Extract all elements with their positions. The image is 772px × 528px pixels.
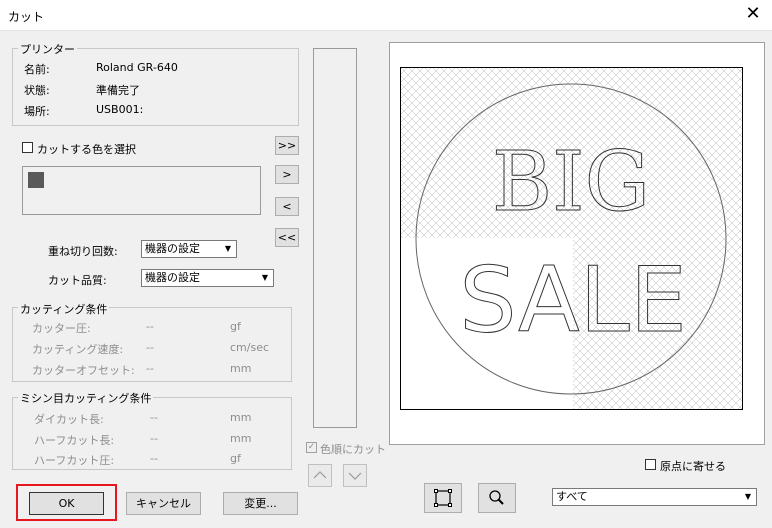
magnifier-icon — [489, 490, 504, 505]
origin-checkbox[interactable] — [645, 459, 656, 470]
color-order-label: 色順にカット — [320, 443, 386, 456]
die-cut-length-label: ダイカット長: — [34, 413, 104, 426]
half-cut-length-label: ハーフカット長: — [34, 434, 115, 447]
cutter-offset-unit: mm — [230, 362, 252, 375]
close-icon[interactable]: ✕ — [742, 4, 764, 24]
printer-group — [12, 48, 299, 126]
chevron-down-icon — [348, 472, 362, 480]
half-cut-length-value: -- — [150, 432, 158, 445]
printer-legend: プリンター — [18, 41, 77, 57]
passes-select[interactable]: 機器の設定 ▼ — [141, 240, 237, 258]
printer-status-value: 準備完了 — [96, 84, 140, 97]
cutter-pressure-value: -- — [146, 320, 154, 333]
quality-label: カット品質: — [48, 274, 107, 287]
color-swatch[interactable] — [28, 172, 44, 188]
printer-location-value: USB001: — [96, 103, 144, 116]
cutter-offset-label: カッターオフセット: — [32, 364, 135, 377]
view-select[interactable]: すべて ▼ — [552, 488, 757, 506]
passes-select-value: 機器の設定 — [145, 242, 200, 255]
ok-button[interactable]: OK — [29, 492, 104, 515]
change-button[interactable]: 変更... — [223, 492, 298, 515]
printer-name-value: Roland GR-640 — [96, 61, 178, 74]
zoom-button[interactable] — [478, 483, 516, 513]
title-bar — [0, 0, 772, 31]
color-list[interactable] — [22, 166, 261, 215]
preview-canvas: BIG SALE — [400, 67, 743, 410]
cutter-pressure-unit: gf — [230, 320, 241, 333]
half-cut-pressure-value: -- — [150, 452, 158, 465]
quality-select-value: 機器の設定 — [145, 271, 200, 284]
half-cut-length-unit: mm — [230, 432, 252, 445]
window-title: カット — [8, 10, 45, 24]
origin-label: 原点に寄せる — [660, 460, 726, 473]
die-cut-length-value: -- — [150, 411, 158, 424]
quality-select[interactable]: 機器の設定 ▼ — [141, 269, 274, 287]
printer-name-label: 名前: — [24, 63, 50, 76]
cutting-speed-unit: cm/sec — [230, 341, 270, 354]
chevron-down-icon: ▼ — [224, 244, 232, 253]
view-select-value: すべて — [556, 490, 588, 503]
printer-location-label: 場所: — [24, 105, 50, 118]
move-right-button[interactable]: > — [275, 165, 299, 184]
fit-frame-icon — [434, 489, 452, 507]
chevron-up-icon — [313, 471, 327, 479]
cutter-offset-value: -- — [146, 362, 154, 375]
half-cut-pressure-unit: gf — [230, 452, 241, 465]
die-cut-length-unit: mm — [230, 411, 252, 424]
chevron-down-icon: ▼ — [261, 273, 269, 282]
half-cut-pressure-label: ハーフカット圧: — [34, 454, 115, 467]
move-up-button[interactable] — [308, 464, 332, 487]
move-down-button[interactable] — [343, 464, 367, 487]
cutting-conditions-legend: カッティング条件 — [18, 301, 110, 317]
color-select-label: カットする色を選択 — [37, 143, 136, 156]
move-left-button[interactable]: < — [275, 197, 299, 216]
cutting-speed-label: カッティング速度: — [32, 343, 124, 356]
cutting-speed-value: -- — [146, 341, 154, 354]
fit-view-button[interactable] — [424, 483, 462, 513]
move-all-right-button[interactable]: >> — [275, 136, 299, 155]
preview-text-sale: SALE — [459, 248, 686, 353]
preview-text-big: BIG — [492, 135, 650, 230]
color-order-checkbox[interactable]: ✓ — [306, 442, 317, 453]
chevron-down-icon: ▼ — [744, 492, 752, 501]
printer-status-label: 状態: — [24, 84, 50, 97]
move-all-left-button[interactable]: << — [275, 228, 299, 247]
cutter-pressure-label: カッター圧: — [32, 322, 91, 335]
passes-label: 重ね切り回数: — [48, 245, 118, 258]
cancel-button[interactable]: キャンセル — [126, 492, 201, 515]
perforation-conditions-legend: ミシン目カッティング条件 — [18, 390, 154, 406]
cut-color-list[interactable] — [313, 48, 357, 428]
color-select-checkbox[interactable] — [22, 142, 33, 153]
